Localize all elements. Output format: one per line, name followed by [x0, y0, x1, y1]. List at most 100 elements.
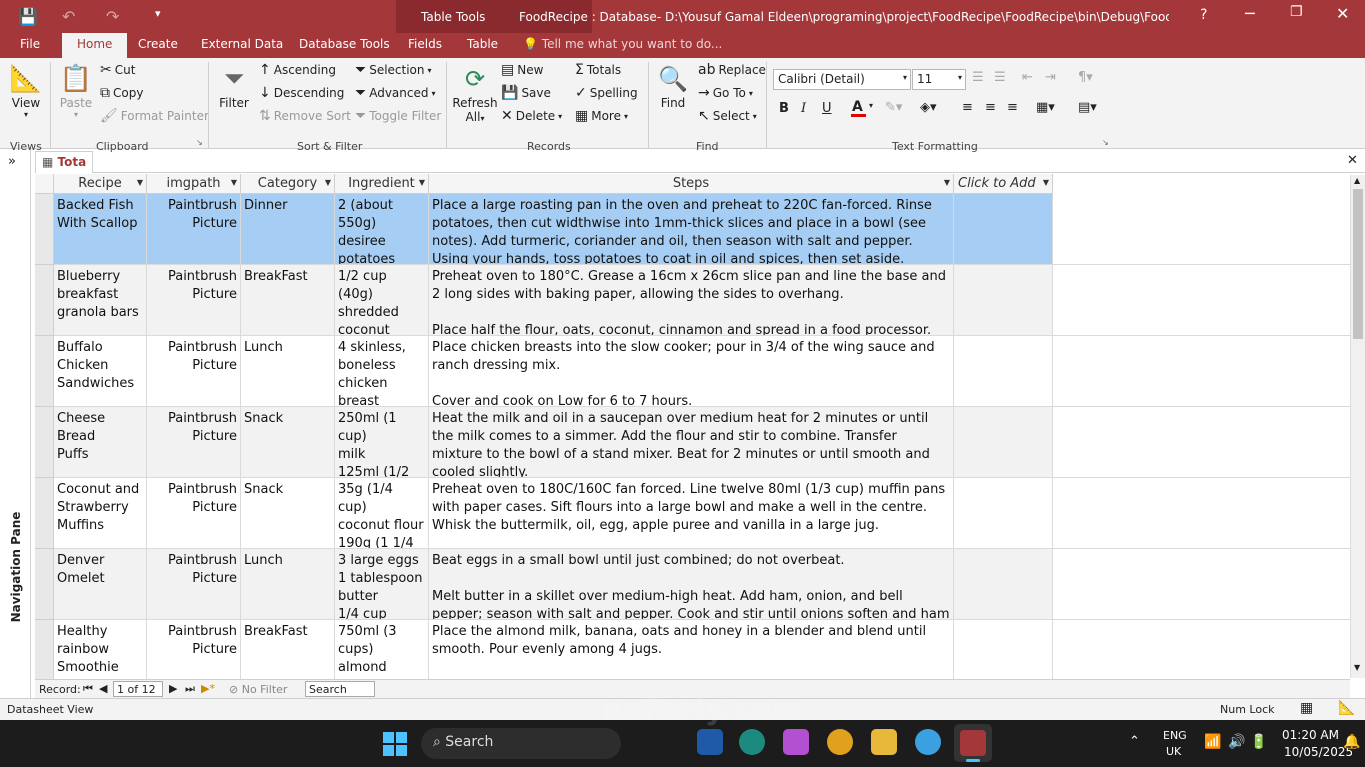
tell-me-box[interactable]: 💡 Tell me what you want to do...	[523, 37, 722, 51]
customize-qat-icon[interactable]: ▾	[155, 7, 161, 20]
undo-icon[interactable]: ↶	[62, 7, 75, 26]
refresh-all-button[interactable]: ⟳ Refresh All▾	[452, 62, 498, 126]
cell-cat[interactable]: Snack	[241, 407, 335, 478]
cell-recipe[interactable]: Cheese Bread Puffs	[54, 407, 147, 478]
alt-row-color-icon[interactable]: ▤▾	[1078, 100, 1097, 115]
app-icon[interactable]	[915, 729, 941, 755]
tab-home[interactable]: Home	[62, 33, 128, 58]
cell-steps[interactable]: Place a large roasting pan in the oven a…	[429, 194, 954, 265]
cell-steps[interactable]: Place chicken breasts into the slow cook…	[429, 336, 954, 407]
tab-table[interactable]: Table	[467, 37, 498, 51]
cell-cat[interactable]: Snack	[241, 478, 335, 549]
align-right-icon[interactable]: ≡	[1007, 100, 1018, 115]
no-filter-button[interactable]: ⊘ No Filter	[229, 683, 287, 696]
paragraph-direction-icon[interactable]: ¶▾	[1078, 70, 1093, 85]
cell-steps[interactable]: Preheat oven to 180C/160C fan forced. Li…	[429, 478, 954, 549]
italic-button[interactable]: I	[801, 101, 806, 116]
goto-button[interactable]: → Go To ▾	[698, 86, 753, 100]
current-record-field[interactable]: 1 of 12	[113, 681, 163, 697]
notification-bell-icon[interactable]: 🔔	[1343, 734, 1360, 750]
cell-img[interactable]: Paintbrush Picture	[147, 194, 241, 265]
datasheet-grid[interactable]: Recipe ▼ imgpath ▼ Category ▼ Ingredient ▼ S…	[35, 173, 1350, 679]
selection-button[interactable]: ⏷ Selection ▾	[355, 63, 432, 77]
filter-button[interactable]: ⏷ Filter	[216, 62, 252, 110]
delete-record-button[interactable]: ✕ Delete ▾	[501, 109, 562, 123]
chevron-down-icon[interactable]: ▼	[944, 178, 950, 187]
last-record-icon[interactable]: ⏭	[185, 682, 195, 696]
cell-img[interactable]: Paintbrush Picture	[147, 549, 241, 620]
tab-database-tools[interactable]: Database Tools	[299, 37, 390, 51]
cell-ing[interactable]: 1/2 cup (40g) shredded coconut 1 tsp gro…	[335, 265, 429, 336]
access-taskbar-button[interactable]	[954, 724, 992, 762]
cell-recipe[interactable]: Coconut and Strawberry Muffins	[54, 478, 147, 549]
align-center-icon[interactable]: ≡	[985, 100, 996, 115]
cell-recipe[interactable]: Buffalo Chicken Sandwiches	[54, 336, 147, 407]
cell-cat[interactable]: Lunch	[241, 549, 335, 620]
restore-button[interactable]: ❐	[1290, 4, 1303, 20]
taskbar-search[interactable]: ⌕ Search	[421, 728, 621, 759]
language-indicator[interactable]: ENG	[1163, 729, 1187, 742]
column-header-click-to-add[interactable]: Click to Add ▼	[954, 174, 1053, 194]
cell-img[interactable]: Paintbrush Picture	[147, 336, 241, 407]
column-header-category[interactable]: Category ▼	[241, 174, 335, 194]
format-painter-button[interactable]: 🖌 Format Painter	[100, 109, 209, 123]
font-size-combo[interactable]: 11 ▾	[912, 69, 966, 90]
more-button[interactable]: ▦ More ▾	[575, 109, 628, 123]
search-input[interactable]: Search	[305, 681, 375, 697]
cell-img[interactable]: Paintbrush Picture	[147, 620, 241, 679]
cell-empty[interactable]	[954, 265, 1053, 336]
first-record-icon[interactable]: ⏮	[83, 682, 93, 696]
cell-empty[interactable]	[954, 549, 1053, 620]
cell-cat[interactable]: BreakFast	[241, 265, 335, 336]
tab-fields[interactable]: Fields	[408, 37, 442, 51]
prev-record-icon[interactable]: ◀	[99, 682, 107, 695]
column-header-imgpath[interactable]: imgpath ▼	[147, 174, 241, 194]
totals-button[interactable]: Σ Totals	[575, 63, 621, 77]
clipboard-launcher-icon[interactable]: ↘	[196, 138, 203, 147]
windows-start-icon[interactable]	[383, 732, 407, 756]
replace-button[interactable]: ab Replace	[698, 63, 766, 77]
chevron-down-icon[interactable]: ▼	[419, 178, 425, 187]
column-header-recipe[interactable]: Recipe ▼	[54, 174, 147, 194]
chrome-icon[interactable]	[827, 729, 853, 755]
spelling-button[interactable]: ✓ Spelling	[575, 86, 638, 100]
copy-button[interactable]: ⧉ Copy	[100, 86, 143, 100]
cell-img[interactable]: Paintbrush Picture	[147, 265, 241, 336]
cell-recipe[interactable]: Backed Fish With Scallop	[54, 194, 147, 265]
cell-steps[interactable]: Heat the milk and oil in a saucepan over…	[429, 407, 954, 478]
cell-cat[interactable]: Dinner	[241, 194, 335, 265]
help-button[interactable]: ?	[1200, 7, 1207, 23]
chevron-up-icon[interactable]: ⌃	[1129, 734, 1140, 749]
row-selector[interactable]	[35, 194, 54, 265]
cell-recipe[interactable]: Blueberry breakfast granola bars	[54, 265, 147, 336]
underline-button[interactable]: U	[822, 101, 832, 116]
cell-ing[interactable]: 750ml (3 cups) almond milk	[335, 620, 429, 679]
fill-color-icon[interactable]: ◈▾	[920, 100, 937, 115]
close-document-icon[interactable]: ✕	[1347, 153, 1358, 168]
wifi-icon[interactable]: 📶	[1204, 734, 1221, 750]
chevron-down-icon[interactable]: ▼	[325, 178, 331, 187]
datasheet-view-icon[interactable]: ▦	[1300, 700, 1313, 716]
cell-empty[interactable]	[954, 194, 1053, 265]
close-window-button[interactable]: ✕	[1336, 4, 1349, 23]
scroll-down-icon[interactable]: ▼	[1354, 663, 1360, 672]
row-selector[interactable]	[35, 407, 54, 478]
bold-button[interactable]: B	[779, 101, 789, 116]
cell-cat[interactable]: Lunch	[241, 336, 335, 407]
cell-ing[interactable]: 2 (about 550g) desiree potatoes 1/2 tsp	[335, 194, 429, 265]
navigation-pane[interactable]: » Navigation Pane	[0, 150, 31, 698]
font-color-button[interactable]: A ▾	[851, 98, 877, 120]
cell-empty[interactable]	[954, 407, 1053, 478]
tab-create[interactable]: Create	[138, 37, 178, 51]
tab-file[interactable]: File	[20, 37, 40, 51]
row-selector[interactable]	[35, 478, 54, 549]
scroll-up-icon[interactable]: ▲	[1354, 176, 1360, 185]
align-left-icon[interactable]: ≡	[962, 100, 973, 115]
column-header-ingredient[interactable]: Ingredient ▼	[335, 174, 429, 194]
row-selector[interactable]	[35, 620, 54, 679]
chevron-down-icon[interactable]: ▼	[1043, 178, 1049, 187]
bullets-icon[interactable]: ☰	[972, 70, 984, 85]
ascending-button[interactable]: ↑ Ascending	[259, 63, 336, 77]
next-record-icon[interactable]: ▶	[169, 682, 177, 695]
row-selector[interactable]	[35, 336, 54, 407]
